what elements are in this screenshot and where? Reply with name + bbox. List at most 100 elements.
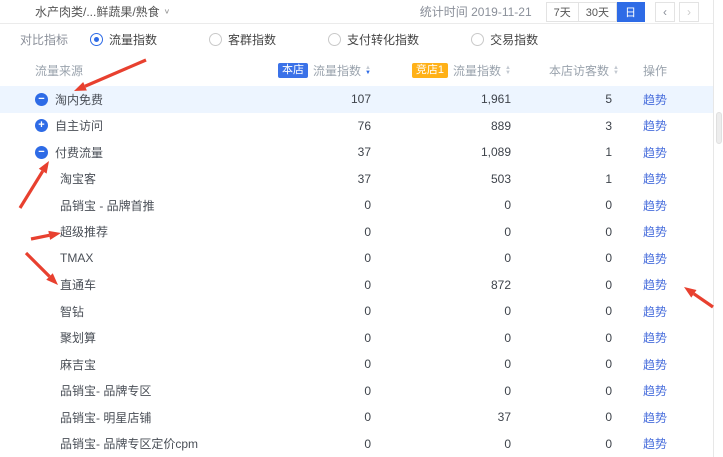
competitor-index-cell: 0	[371, 304, 511, 318]
traffic-source-cell: 淘宝客	[35, 170, 251, 187]
traffic-source-cell: −淘内免费	[35, 91, 251, 108]
action-cell: 趋势	[619, 303, 691, 320]
traffic-source-name: 品销宝- 品牌专区定价cpm	[60, 435, 198, 452]
own-index-cell: 0	[251, 384, 371, 398]
table-row: 品销宝 - 品牌首推000趋势	[0, 192, 713, 219]
competitor-index-cell: 0	[371, 357, 511, 371]
own-shop-badge: 本店	[278, 63, 308, 78]
range-7d-button[interactable]: 7天	[546, 2, 579, 22]
metric-option-traffic-index[interactable]: 流量指数	[90, 31, 157, 48]
competitor-index-cell: 889	[371, 119, 511, 133]
own-visitors-value: 0	[605, 384, 619, 398]
scrollbar-thumb[interactable]	[716, 112, 722, 144]
date-controls: 统计时间 2019-11-21 7天 30天 日 ‹ ›	[420, 2, 699, 22]
chevron-down-icon: ∨	[164, 7, 171, 16]
competitor-badge: 竞店1	[412, 63, 448, 78]
trend-link[interactable]: 趋势	[643, 117, 667, 134]
range-30d-button[interactable]: 30天	[579, 2, 617, 22]
metric-option-label: 交易指数	[490, 31, 538, 48]
own-visitors-value: 0	[605, 304, 619, 318]
metric-option-customer-index[interactable]: 客群指数	[209, 31, 276, 48]
competitor-index-label: 流量指数	[453, 62, 501, 79]
traffic-source-cell: 品销宝- 明星店铺	[35, 409, 251, 426]
traffic-source-name: TMAX	[60, 251, 93, 265]
category-breadcrumb[interactable]: 水产肉类/...鲜蔬果/熟食 ∨	[35, 3, 170, 20]
table-row: 麻吉宝000趋势	[0, 351, 713, 378]
action-cell: 趋势	[619, 91, 691, 108]
own-index-value: 0	[364, 357, 371, 371]
radio-icon	[328, 33, 341, 46]
compare-metric-bar: 对比指标 流量指数 客群指数 支付转化指数 交易指数	[0, 24, 713, 55]
own-visitors-cell: 5	[511, 92, 619, 106]
table-row: +自主访问768893趋势	[0, 113, 713, 140]
own-index-value: 0	[364, 437, 371, 451]
expand-icon[interactable]: +	[35, 119, 48, 132]
own-visitors-value: 0	[605, 357, 619, 371]
competitor-index-cell: 503	[371, 172, 511, 186]
table-row: 聚划算 0 0 0 趋势	[0, 325, 713, 352]
own-index-cell: 76	[251, 119, 371, 133]
traffic-source-cell: 聚划算	[35, 329, 251, 346]
table-row: 智钻000趋势	[0, 298, 713, 325]
traffic-source-cell: 品销宝- 品牌专区定价cpm	[35, 435, 251, 452]
competitor-index-cell: 1,089	[371, 145, 511, 159]
trend-link[interactable]: 趋势	[643, 170, 667, 187]
date-range-group: 7天 30天 日	[546, 2, 645, 22]
action-cell: 趋势	[619, 250, 691, 267]
traffic-source-cell: −付费流量	[35, 144, 251, 161]
own-visitors-value: 0	[605, 251, 619, 265]
trend-link[interactable]: 趋势	[643, 382, 667, 399]
own-index-cell: 0	[251, 278, 371, 292]
table-row: 品销宝- 明星店铺0370趋势	[0, 404, 713, 431]
traffic-source-cell: 直通车	[35, 276, 251, 293]
competitor-index-value: 1,961	[481, 92, 511, 106]
competitor-index-value: 0	[504, 331, 511, 345]
collapse-icon[interactable]: −	[35, 146, 48, 159]
own-index-value: 76	[358, 119, 371, 133]
table-row: TMAX 0 0 0 趋势	[0, 245, 713, 272]
trend-link[interactable]: 趋势	[643, 276, 667, 293]
trend-link[interactable]: 趋势	[643, 435, 667, 452]
collapse-icon[interactable]: −	[35, 93, 48, 106]
trend-link[interactable]: 趋势	[643, 329, 667, 346]
own-index-cell: 0	[251, 251, 371, 265]
col-competitor-index: 竞店1 流量指数 ▲▼	[371, 62, 511, 79]
trend-link[interactable]: 趋势	[643, 223, 667, 240]
traffic-source-cell: 麻吉宝	[35, 356, 251, 373]
competitor-index-value: 0	[504, 251, 511, 265]
table-row: −淘内免费1071,9615趋势	[0, 86, 713, 113]
own-visitors-cell: 0	[511, 331, 619, 345]
metric-option-conversion-index[interactable]: 支付转化指数	[328, 31, 419, 48]
competitor-traffic-analysis-page: 水产肉类/...鲜蔬果/熟食 ∨ 统计时间 2019-11-21 7天 30天 …	[0, 0, 723, 457]
own-index-value: 0	[364, 198, 371, 212]
own-visitors-cell: 0	[511, 278, 619, 292]
own-visitors-cell: 0	[511, 384, 619, 398]
trend-link[interactable]: 趋势	[643, 197, 667, 214]
trend-link[interactable]: 趋势	[643, 303, 667, 320]
own-visitors-cell: 0	[511, 357, 619, 371]
competitor-index-value: 872	[491, 278, 511, 292]
competitor-index-value: 503	[491, 172, 511, 186]
own-index-value: 0	[364, 384, 371, 398]
metric-option-transaction-index[interactable]: 交易指数	[471, 31, 538, 48]
next-day-button[interactable]: ›	[679, 2, 699, 22]
own-visitors-value: 0	[605, 331, 619, 345]
trend-link[interactable]: 趋势	[643, 356, 667, 373]
own-visitors-value: 3	[605, 119, 619, 133]
trend-link[interactable]: 趋势	[643, 91, 667, 108]
trend-link[interactable]: 趋势	[643, 409, 667, 426]
own-visitors-value: 5	[605, 92, 619, 106]
content-card: 水产肉类/...鲜蔬果/熟食 ∨ 统计时间 2019-11-21 7天 30天 …	[0, 0, 714, 457]
own-index-cell: 0	[251, 304, 371, 318]
own-index-value: 0	[364, 331, 371, 345]
table-row: 超级推荐000趋势	[0, 219, 713, 246]
trend-link[interactable]: 趋势	[643, 250, 667, 267]
range-day-button[interactable]: 日	[617, 2, 645, 22]
trend-link[interactable]: 趋势	[643, 144, 667, 161]
date-pager: ‹ ›	[655, 2, 699, 22]
competitor-index-cell: 0	[371, 437, 511, 451]
metric-option-label: 支付转化指数	[347, 31, 419, 48]
competitor-index-cell: 0	[371, 384, 511, 398]
col-own-visitors: 本店访客数 ▲▼	[511, 62, 619, 79]
prev-day-button[interactable]: ‹	[655, 2, 675, 22]
